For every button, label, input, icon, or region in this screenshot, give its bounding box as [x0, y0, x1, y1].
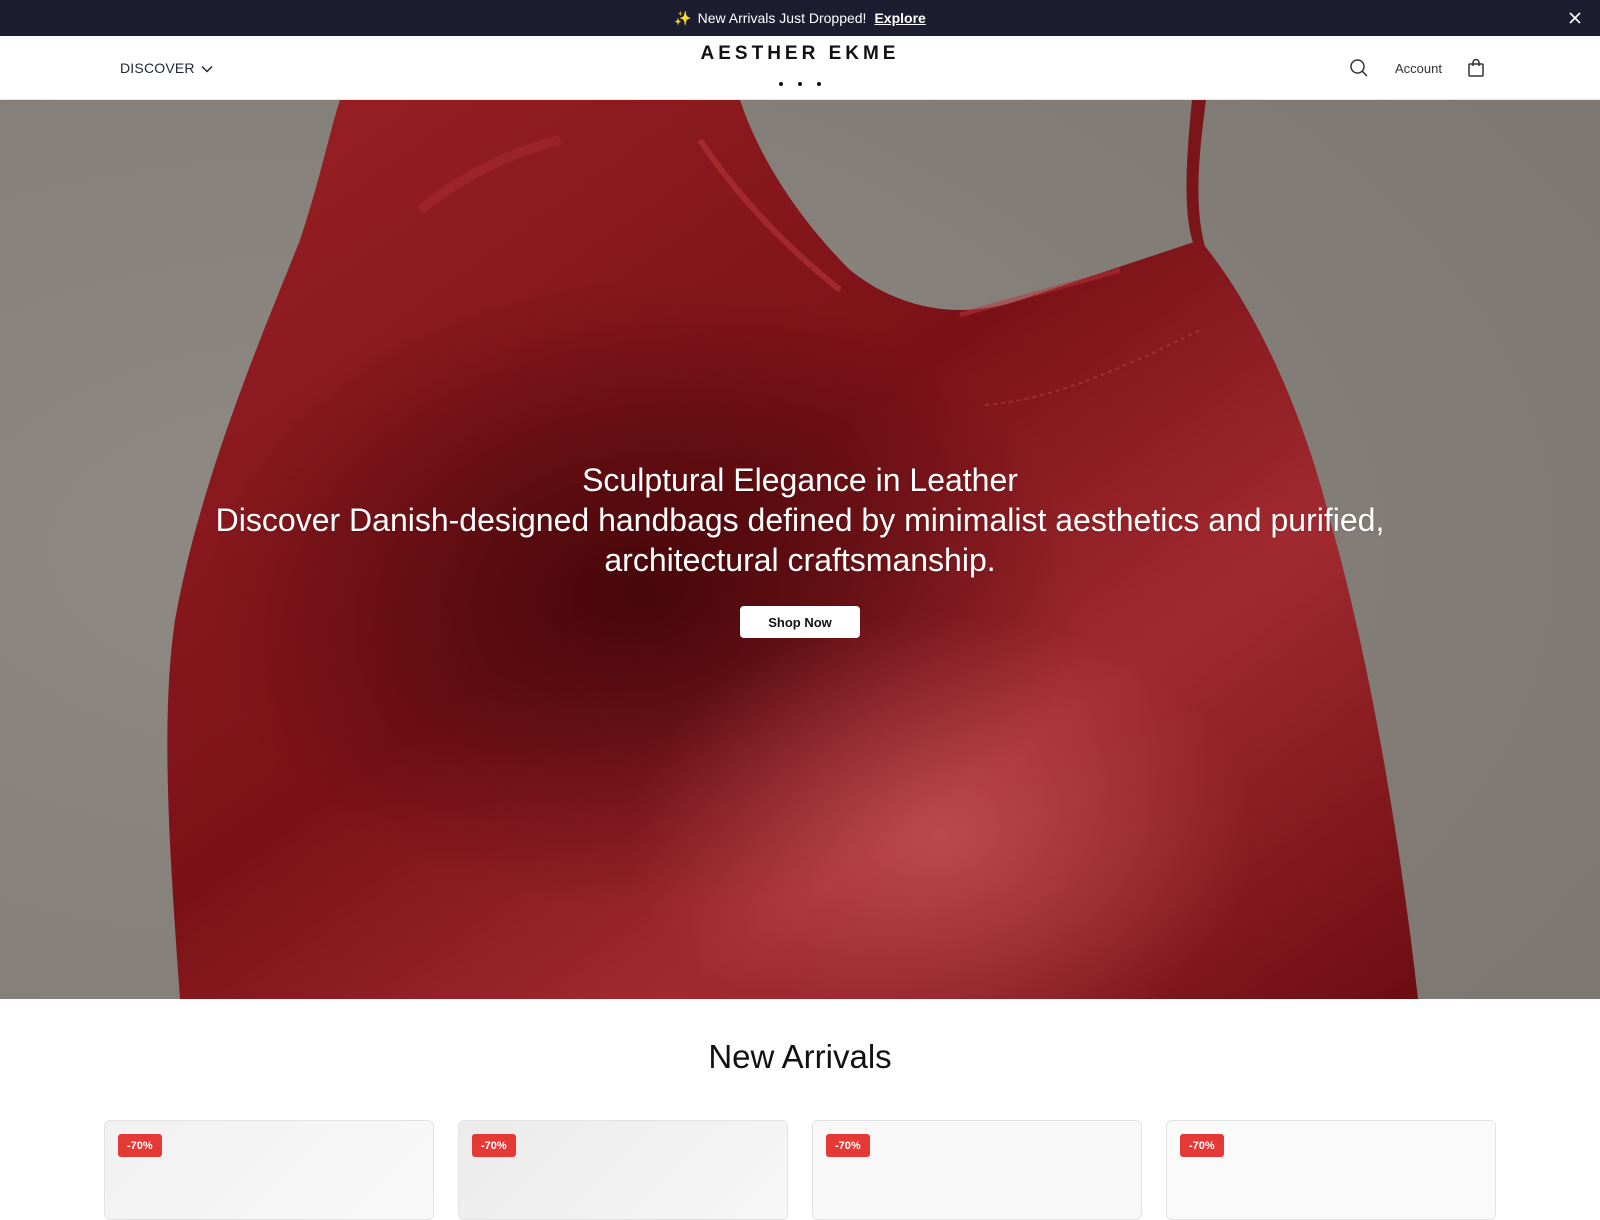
product-card[interactable]: -70% [1166, 1120, 1496, 1220]
announcement-explore-link[interactable]: Explore [874, 10, 925, 26]
sparkle-icon: ✨ [674, 9, 692, 26]
hero-subtitle: Discover Danish-designed handbags define… [215, 502, 1385, 578]
shop-now-button[interactable]: Shop Now [740, 606, 860, 638]
announcement-message: New Arrivals Just Dropped! [697, 10, 867, 26]
close-icon[interactable] [1566, 9, 1584, 27]
discount-badge: -70% [472, 1134, 516, 1157]
header-actions: Account [1347, 56, 1488, 80]
product-card[interactable]: -70% [104, 1120, 434, 1220]
discount-badge: -70% [1180, 1134, 1224, 1157]
account-link[interactable]: Account [1395, 61, 1442, 76]
hero-title: Sculptural Elegance in Leather [582, 462, 1018, 498]
logo-dot [779, 82, 783, 86]
product-card[interactable]: -70% [812, 1120, 1142, 1220]
hero-text: Sculptural Elegance in Leather Discover … [160, 460, 1440, 580]
product-card[interactable]: -70% [458, 1120, 788, 1220]
logo-dot [817, 82, 821, 86]
shopping-bag-icon[interactable] [1464, 56, 1488, 80]
announcement-bar: ✨ New Arrivals Just Dropped! Explore [0, 0, 1600, 36]
product-grid: -70% -70% -70% -70% [104, 1120, 1496, 1220]
logo-dot [798, 82, 802, 86]
logo-dots [0, 82, 1600, 86]
new-arrivals-title: New Arrivals [708, 1038, 892, 1075]
discount-badge: -70% [118, 1134, 162, 1157]
search-icon[interactable] [1347, 56, 1371, 80]
discount-badge: -70% [826, 1134, 870, 1157]
site-header: DISCOVER AESTHER EKME Account [0, 36, 1600, 100]
hero-banner: Sculptural Elegance in Leather Discover … [0, 100, 1600, 999]
